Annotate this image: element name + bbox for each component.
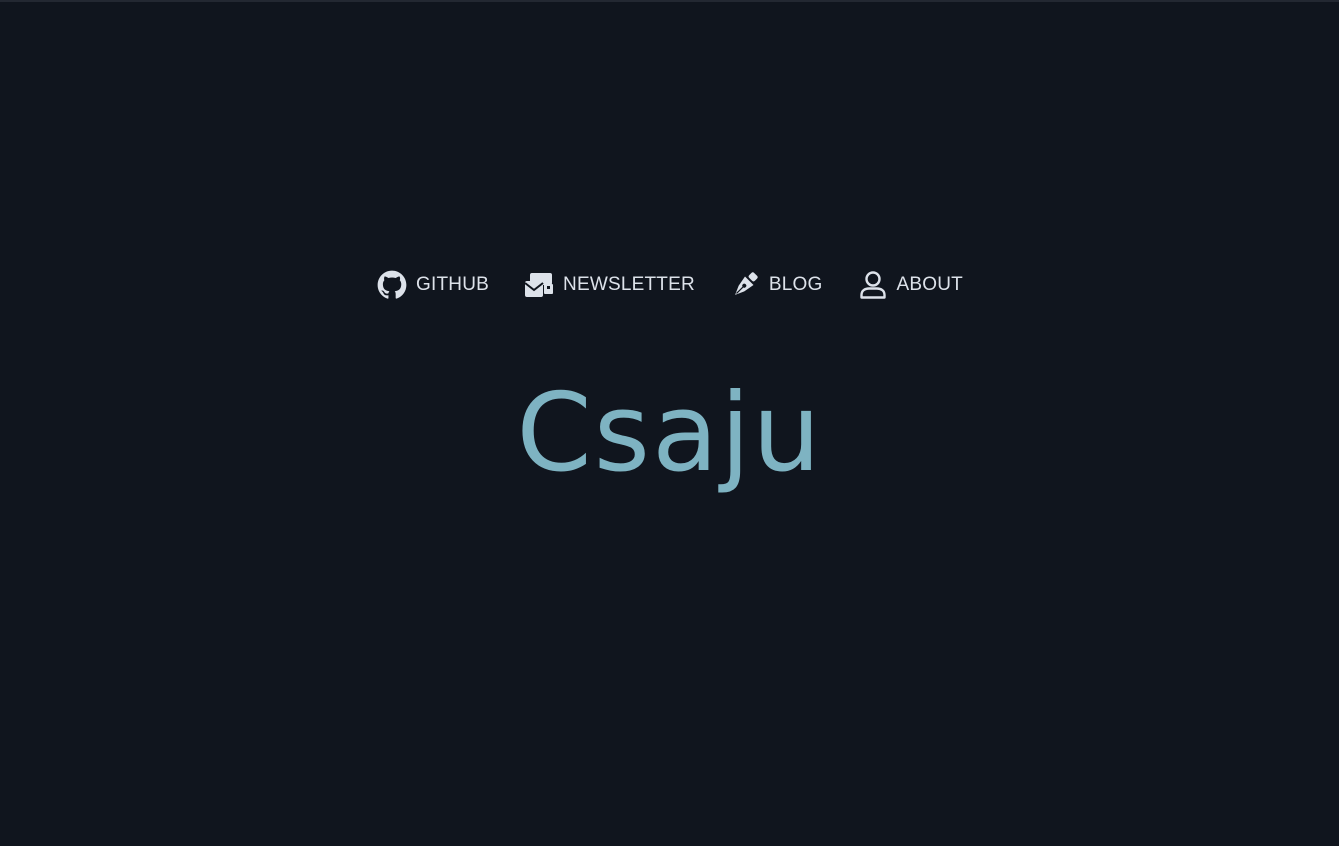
nav-about-label: ABOUT	[896, 274, 963, 295]
nav-blog-label: BLOG	[768, 274, 823, 295]
brand-title: Csaju	[516, 371, 823, 496]
nav-newsletter-label: NEWSLETTER	[563, 274, 695, 295]
user-icon	[857, 269, 889, 301]
nav-github-link[interactable]: GITHUB	[376, 265, 489, 305]
github-icon	[376, 269, 408, 301]
newsletter-icon	[523, 269, 555, 301]
page: GITHUB NEWSLETTER BLOG ABOUT Csaju	[0, 0, 1339, 846]
top-nav: GITHUB NEWSLETTER BLOG ABOUT	[0, 265, 1339, 305]
nav-blog-link[interactable]: BLOG	[729, 265, 823, 305]
nav-github-label: GITHUB	[416, 274, 490, 295]
pen-nib-icon	[729, 269, 761, 301]
nav-newsletter-link[interactable]: NEWSLETTER	[523, 265, 695, 305]
nav-about-link[interactable]: ABOUT	[857, 265, 963, 305]
